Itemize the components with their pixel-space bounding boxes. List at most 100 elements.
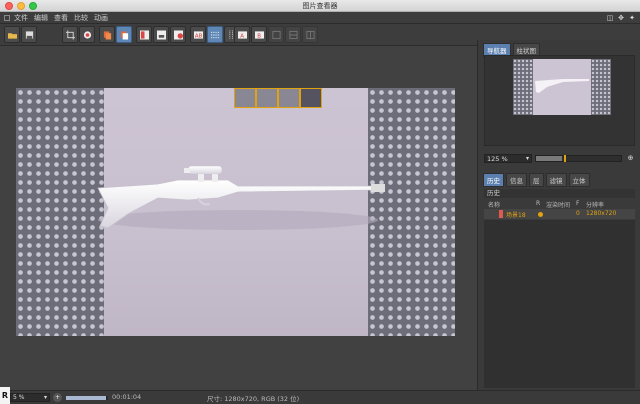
svg-text:B: B xyxy=(257,33,261,39)
col-resolution[interactable]: 分辨率 xyxy=(586,200,604,209)
tab-info[interactable]: 信息 xyxy=(506,173,527,187)
row-name: 场景18 xyxy=(506,212,526,219)
nav-dots-left xyxy=(513,59,533,115)
image-info: 尺寸: 1280x720, RGB (32 位) xyxy=(207,395,300,403)
dim-b-button[interactable] xyxy=(285,26,301,43)
col-f[interactable]: F xyxy=(576,200,579,207)
rifle-model xyxy=(97,165,385,230)
tab-layers[interactable]: 层 xyxy=(529,173,544,187)
zoom-row: 125 % ▾ ⊕ xyxy=(484,154,635,164)
history-tabs: 历史 信息 层 滤镜 立体 xyxy=(483,173,590,187)
ab-icon: AB xyxy=(194,31,203,39)
tab-history[interactable]: 历史 xyxy=(483,173,504,187)
row-resolution: 1280x720 xyxy=(586,210,617,217)
split-a-button[interactable] xyxy=(207,26,223,43)
zoom-slider-fill xyxy=(536,156,562,161)
compare-b-button[interactable] xyxy=(153,26,169,43)
history-color-swatch xyxy=(499,210,503,218)
bucket-thumb xyxy=(234,88,256,108)
set-b-icon: B xyxy=(255,31,264,39)
render-time: 00:01:04 xyxy=(112,393,142,401)
history-table-header: 名称 R 渲染时间 F 分辨率 xyxy=(484,199,635,209)
table-row[interactable]: 场景18 0 1280x720 xyxy=(484,209,635,219)
set-a-icon: A xyxy=(238,31,247,39)
save-button[interactable] xyxy=(21,26,37,43)
svg-text:AB: AB xyxy=(195,33,203,39)
layers-b-button[interactable] xyxy=(116,26,132,43)
zoom-in-icon[interactable]: ⊕ xyxy=(626,154,635,163)
expand-icon[interactable]: ✦ xyxy=(628,14,636,22)
dim-a-button[interactable] xyxy=(268,26,284,43)
title-bar: 图片查看器 xyxy=(0,0,640,12)
render-status-dot xyxy=(538,212,543,217)
split-a-icon xyxy=(211,31,220,39)
render-progress-bar xyxy=(66,396,108,400)
move-icon[interactable]: ✥ xyxy=(617,14,625,22)
menu-bar: 文件 编辑 查看 比较 动画 ◫ ✥ ✦ xyxy=(0,12,640,24)
menu-grip-icon xyxy=(4,15,10,21)
record-button[interactable] xyxy=(79,26,95,43)
rendered-image[interactable] xyxy=(16,88,455,336)
status-zoom-value: 5 % xyxy=(13,394,25,401)
set-b-button[interactable]: B xyxy=(251,26,267,43)
tab-filters[interactable]: 滤镜 xyxy=(545,173,567,187)
open-folder-icon xyxy=(8,33,17,39)
image-viewport[interactable] xyxy=(0,46,477,390)
status-zoom-in-icon[interactable]: + xyxy=(53,393,62,402)
history-section-title: 历史 xyxy=(484,189,635,198)
crop-button[interactable] xyxy=(62,26,78,43)
layers-a-icon xyxy=(103,31,112,40)
navigator-preview[interactable] xyxy=(484,55,635,146)
zoom-value: 125 % xyxy=(487,155,508,163)
col-render-time[interactable]: 渲染时间 xyxy=(546,200,570,209)
compare-c-icon xyxy=(174,30,183,40)
nav-rifle xyxy=(535,79,589,93)
bucket-thumb xyxy=(278,88,300,108)
window-title: 图片查看器 xyxy=(302,2,338,10)
zoom-input[interactable]: 125 % ▾ xyxy=(484,154,532,163)
compare-a-button[interactable] xyxy=(136,26,152,43)
chevron-down-icon: ▾ xyxy=(525,155,529,162)
compare-a-icon xyxy=(140,30,149,40)
nav-dots-right xyxy=(591,59,611,115)
nav-stage xyxy=(533,59,591,115)
record-icon xyxy=(83,31,92,39)
status-zoom-input[interactable]: 5 % ▾ xyxy=(10,393,50,402)
bucket-thumbnails xyxy=(234,88,322,108)
menu-edit[interactable]: 编辑 xyxy=(34,13,48,23)
right-panel: 导航器 柱状图 125 % ▾ ⊕ 历史 信息 层 滤镜 立体 历史 名称 R … xyxy=(477,40,640,390)
open-button[interactable] xyxy=(4,26,20,43)
layout-icon[interactable]: ◫ xyxy=(606,14,614,22)
menu-animation[interactable]: 动画 xyxy=(94,13,108,23)
svg-text:A: A xyxy=(240,33,244,39)
bucket-thumb xyxy=(256,88,278,108)
zoom-slider-handle[interactable] xyxy=(564,155,567,162)
navigator-thumbnail[interactable] xyxy=(513,59,611,115)
render-badge: R xyxy=(0,387,10,404)
compare-c-button[interactable] xyxy=(170,26,186,43)
dim-c-button[interactable] xyxy=(302,26,318,43)
ab-button[interactable]: AB xyxy=(190,26,206,43)
col-r[interactable]: R xyxy=(536,200,540,207)
layers-b-icon xyxy=(120,31,129,40)
render-progress-fill xyxy=(66,396,106,400)
col-name[interactable]: 名称 xyxy=(488,200,500,209)
crop-icon xyxy=(66,30,75,40)
zoom-slider[interactable] xyxy=(535,155,622,162)
status-bar: R 5 % ▾ + 00:01:04 尺寸: 1280x720, RGB (32… xyxy=(0,387,640,404)
dim-a-icon xyxy=(272,30,281,40)
save-icon xyxy=(25,31,34,39)
bucket-thumb xyxy=(300,88,322,108)
compare-b-icon xyxy=(157,30,166,40)
layers-a-button[interactable] xyxy=(99,26,115,43)
menu-file[interactable]: 文件 xyxy=(14,13,28,23)
menu-compare[interactable]: 比较 xyxy=(74,13,88,23)
dim-b-icon xyxy=(289,30,298,40)
dim-c-icon xyxy=(306,30,315,40)
menu-view[interactable]: 查看 xyxy=(54,13,68,23)
chevron-down-icon: ▾ xyxy=(43,394,47,401)
history-list-area[interactable] xyxy=(484,220,635,388)
tab-stereo[interactable]: 立体 xyxy=(568,173,590,187)
set-a-button[interactable]: A xyxy=(234,26,250,43)
row-f: 0 xyxy=(576,210,580,217)
